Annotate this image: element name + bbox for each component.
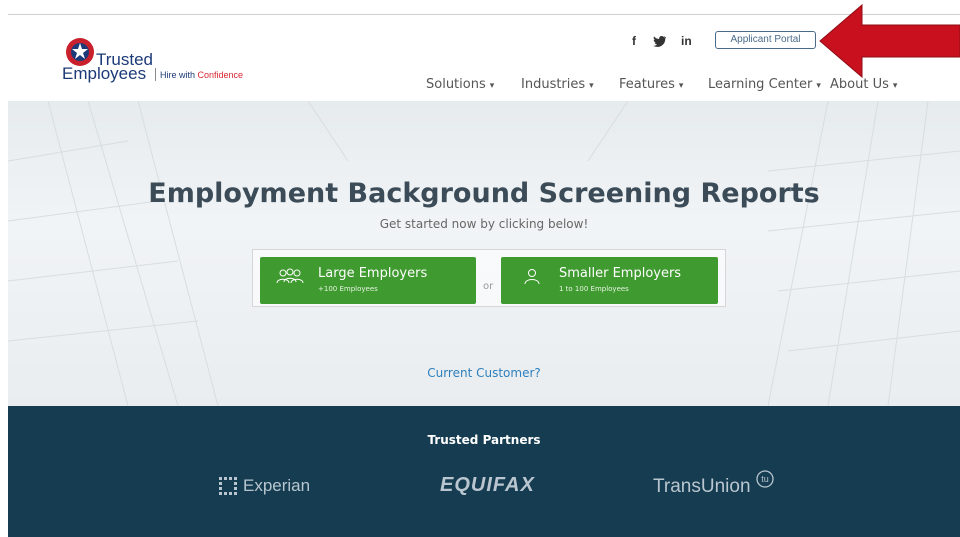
- trusted-partners-section: Trusted Partners Experian EQUIFAX TransU…: [8, 406, 960, 537]
- smaller-employers-title: Smaller Employers: [559, 266, 682, 281]
- smaller-employers-subtitle: 1 to 100 Employees: [559, 285, 629, 293]
- nav-item-features[interactable]: Features ▾: [619, 77, 683, 92]
- tagline-prefix: Hire with: [160, 70, 198, 80]
- nav-label: About Us: [830, 77, 889, 92]
- smaller-employers-button[interactable]: Smaller Employers 1 to 100 Employees: [501, 257, 718, 304]
- group-icon: [276, 268, 304, 284]
- experian-logo: Experian: [243, 476, 311, 495]
- nav-label: Solutions: [426, 77, 486, 92]
- chevron-down-icon: ▾: [678, 81, 684, 91]
- or-label: or: [483, 281, 494, 292]
- partners-title: Trusted Partners: [427, 433, 541, 447]
- transunion-tu-icon: tu: [756, 470, 774, 488]
- page: Trusted Employees Hire with Confidence f…: [8, 14, 960, 537]
- chevron-down-icon: ▾: [816, 81, 821, 91]
- nav-item-about-us[interactable]: About Us ▾: [830, 77, 897, 92]
- current-customer-link[interactable]: Current Customer?: [8, 366, 960, 380]
- nav-item-industries[interactable]: Industries ▾: [521, 77, 594, 92]
- logo-seal-icon: [66, 38, 94, 66]
- logo-employees-text: Employees: [62, 64, 147, 83]
- tagline-accent: Confidence: [197, 70, 244, 80]
- transunion-logo: TransUnion: [653, 476, 751, 497]
- chevron-down-icon: ▾: [489, 81, 495, 91]
- hero-title: Employment Background Screening Reports: [148, 178, 820, 209]
- chevron-down-icon: ▾: [892, 81, 898, 91]
- svg-text:tu: tu: [761, 474, 769, 484]
- nav-label: Industries: [521, 77, 586, 92]
- linkedin-icon[interactable]: in: [681, 34, 692, 48]
- large-employers-button[interactable]: Large Employers +100 Employees: [260, 257, 476, 304]
- chevron-down-icon: ▾: [589, 81, 594, 91]
- large-employers-subtitle: +100 Employees: [318, 285, 378, 293]
- nav-item-solutions[interactable]: Solutions ▾: [426, 77, 494, 92]
- red-arrow-annotation-icon: [819, 3, 960, 79]
- logo[interactable]: Trusted Employees Hire with Confidence: [60, 37, 300, 87]
- applicant-portal-button[interactable]: Applicant Portal: [715, 31, 816, 49]
- logo-divider: [155, 68, 156, 81]
- twitter-icon[interactable]: [653, 35, 667, 47]
- large-employers-title: Large Employers: [318, 266, 428, 281]
- facebook-icon[interactable]: f: [632, 34, 636, 48]
- equifax-logo: EQUIFAX: [440, 474, 535, 496]
- nav-label: Features: [619, 77, 675, 92]
- hero-subtitle: Get started now by clicking below!: [379, 217, 589, 231]
- person-icon: [524, 269, 540, 285]
- hero-section: Employment Background Screening Reports …: [8, 101, 960, 406]
- experian-logo-icon: [219, 477, 237, 495]
- logo-tagline: Hire with Confidence: [160, 70, 243, 80]
- nav-label: Learning Center: [708, 77, 813, 92]
- nav-item-learning-center[interactable]: Learning Center ▾: [708, 77, 821, 92]
